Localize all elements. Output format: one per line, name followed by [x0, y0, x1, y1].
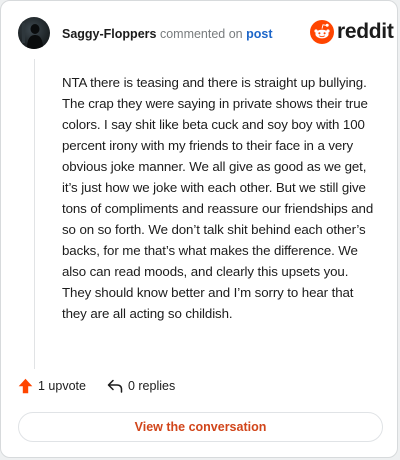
upvote-button[interactable]: 1 upvote [18, 378, 86, 394]
comment-actions: 1 upvote 0 replies [18, 378, 175, 394]
username-link[interactable]: Saggy-Floppers [62, 27, 156, 41]
thread-line [34, 59, 35, 369]
upvote-count: 1 upvote [38, 379, 86, 393]
upvote-arrow-icon [18, 378, 33, 394]
commented-on-text: commented on [159, 27, 243, 41]
avatar[interactable] [18, 17, 50, 49]
reddit-snoo-icon [310, 20, 334, 44]
comment-text: NTA there is teasing and there is straig… [62, 75, 374, 321]
reddit-wordmark: reddit [337, 20, 394, 43]
avatar-figure-icon [22, 23, 43, 49]
reddit-logo[interactable]: reddit [310, 20, 394, 44]
reply-button[interactable]: 0 replies [107, 379, 175, 393]
reply-arrow-icon [107, 379, 123, 393]
reply-count: 0 replies [127, 379, 176, 393]
comment-card: Saggy-Floppers commented on post reddit … [0, 0, 398, 458]
post-link[interactable]: post [246, 27, 272, 41]
view-conversation-button[interactable]: View the conversation [18, 412, 383, 442]
comment-header: Saggy-Floppers commented on post [62, 26, 273, 42]
